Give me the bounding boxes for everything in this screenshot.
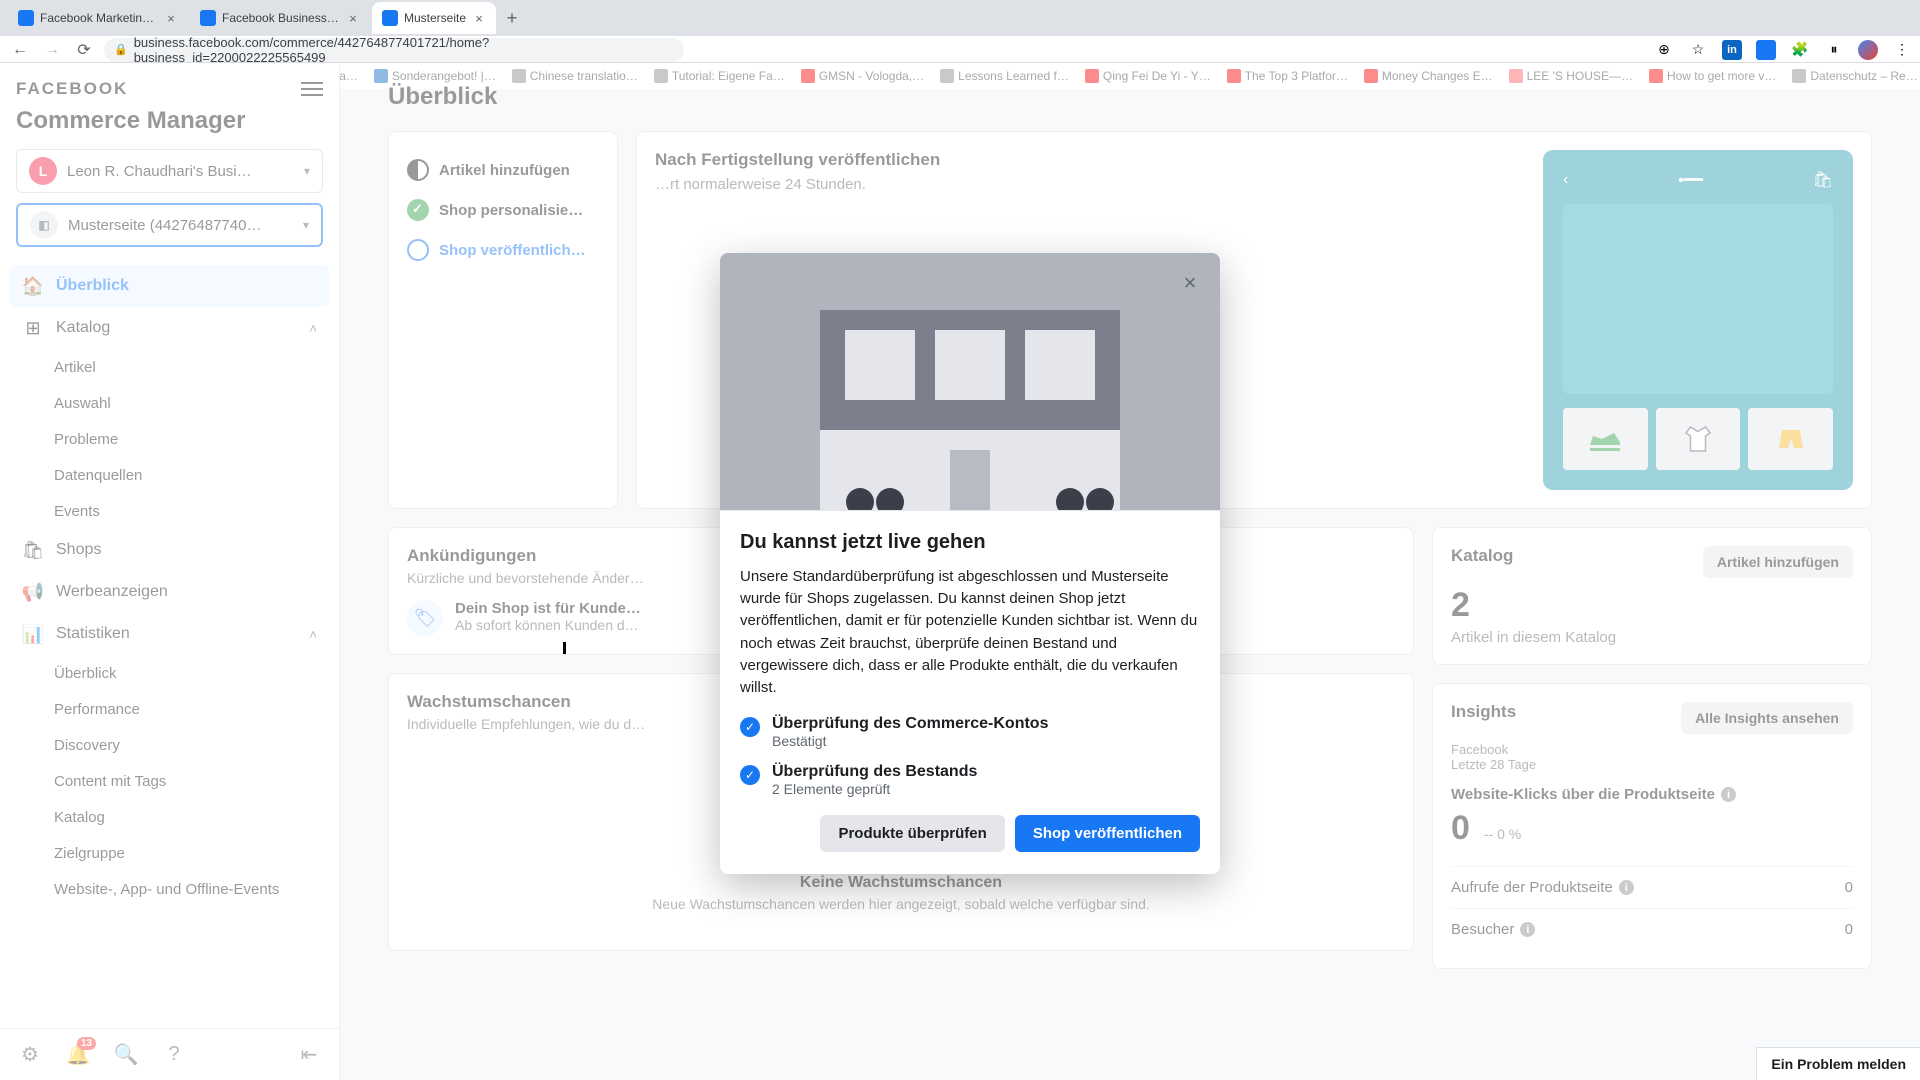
close-icon[interactable]: × xyxy=(472,11,486,25)
modal-title: Du kannst jetzt live gehen xyxy=(740,531,1200,554)
publish-shop-button[interactable]: Shop veröffentlichen xyxy=(1015,815,1200,852)
browser-chrome: Facebook Marketing & Werbe… × Facebook B… xyxy=(0,0,1920,63)
tab-favicon-icon xyxy=(200,10,216,26)
browser-tab-active[interactable]: Musterseite × xyxy=(372,2,496,34)
check-title: Überprüfung des Bestands xyxy=(772,763,977,781)
check-sub: Bestätigt xyxy=(772,733,1048,749)
report-problem-button[interactable]: Ein Problem melden xyxy=(1756,1047,1920,1080)
tab-favicon-icon xyxy=(18,10,34,26)
tab-title: Facebook Business Suite xyxy=(222,11,340,25)
tab-title: Musterseite xyxy=(404,11,466,25)
close-modal-button[interactable]: × xyxy=(1174,267,1206,299)
cursor-indicator xyxy=(563,642,566,654)
url-text: business.facebook.com/commerce/442764877… xyxy=(134,35,674,65)
forward-button[interactable]: → xyxy=(40,38,64,62)
modal-check-item: ✓ Überprüfung des Commerce-Kontos Bestät… xyxy=(740,715,1200,749)
address-bar: ← → ⟳ 🔒 business.facebook.com/commerce/4… xyxy=(0,36,1920,63)
close-icon[interactable]: × xyxy=(346,11,360,25)
extension-icon[interactable]: in xyxy=(1722,40,1742,60)
check-sub: 2 Elemente geprüft xyxy=(772,781,977,797)
review-products-button[interactable]: Produkte überprüfen xyxy=(820,815,1004,852)
modal-body-text: Unsere Standardüberprüfung ist abgeschlo… xyxy=(740,566,1200,699)
tab-bar: Facebook Marketing & Werbe… × Facebook B… xyxy=(0,0,1920,36)
check-icon: ✓ xyxy=(740,717,760,737)
extensions-menu-icon[interactable]: 🧩 xyxy=(1790,40,1810,60)
tab-favicon-icon xyxy=(382,10,398,26)
menu-icon[interactable]: ⋮ xyxy=(1892,40,1912,60)
modal-check-item: ✓ Überprüfung des Bestands 2 Elemente ge… xyxy=(740,763,1200,797)
reload-button[interactable]: ⟳ xyxy=(72,38,96,62)
browser-tab[interactable]: Facebook Business Suite × xyxy=(190,2,370,34)
close-icon[interactable]: × xyxy=(164,11,178,25)
check-icon: ✓ xyxy=(740,765,760,785)
new-tab-button[interactable]: + xyxy=(498,4,526,32)
go-live-modal: × Du kannst jetzt live gehen Unsere Stan… xyxy=(720,253,1220,874)
tab-title: Facebook Marketing & Werbe… xyxy=(40,11,158,25)
back-button[interactable]: ← xyxy=(8,38,32,62)
modal-hero-illustration xyxy=(720,253,1220,511)
browser-tab[interactable]: Facebook Marketing & Werbe… × xyxy=(8,2,188,34)
zoom-icon[interactable]: ⊕ xyxy=(1654,40,1674,60)
lock-icon: 🔒 xyxy=(114,43,128,56)
profile-avatar[interactable] xyxy=(1858,40,1878,60)
url-input[interactable]: 🔒 business.facebook.com/commerce/4427648… xyxy=(104,38,684,62)
extension-icon[interactable]: ⏸ xyxy=(1824,40,1844,60)
star-icon[interactable]: ☆ xyxy=(1688,40,1708,60)
extension-icon[interactable] xyxy=(1756,40,1776,60)
check-title: Überprüfung des Commerce-Kontos xyxy=(772,715,1048,733)
